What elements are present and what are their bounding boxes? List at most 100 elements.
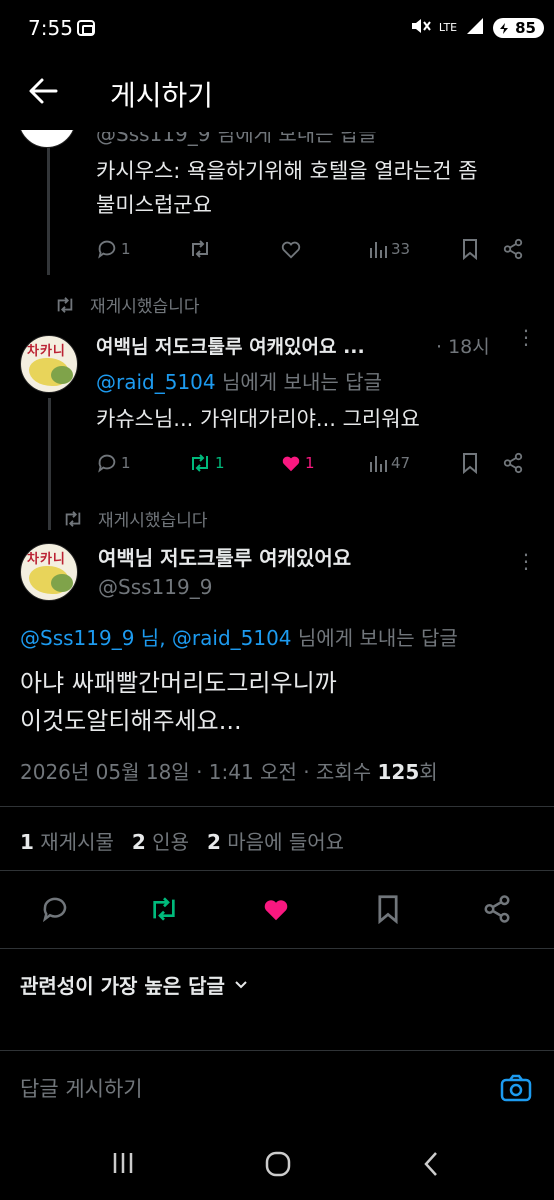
more-options-icon[interactable]: ⋮: [516, 327, 536, 347]
chevron-left-icon: [424, 1152, 437, 1176]
tweet-meta: 2026년 05월 18일 · 1:41 오전 · 조회수 125회: [20, 760, 438, 784]
back-button[interactable]: [26, 74, 62, 110]
reply-button[interactable]: 1: [96, 238, 131, 260]
likes-stat[interactable]: 2 마음에 들어요: [207, 826, 344, 855]
repost-button[interactable]: [148, 894, 180, 928]
bookmark-icon: [463, 453, 477, 474]
home-button[interactable]: [264, 1150, 292, 1182]
sort-replies-dropdown[interactable]: 관련성이 가장 높은 답글: [20, 970, 249, 999]
status-time: 7:55: [28, 16, 73, 40]
tweet-text: 아냐 싸패빨간머리도그리우니까: [20, 669, 337, 697]
reply-handles[interactable]: @Sss119_9 님, @raid_5104: [20, 626, 292, 650]
reply-icon: [42, 897, 67, 923]
battery-indicator: 85: [493, 18, 544, 38]
reply-composer: 답글 게시하기: [0, 1050, 554, 1128]
repost-icon: [153, 897, 175, 921]
repost-icon: [57, 296, 73, 313]
like-button[interactable]: 1: [280, 452, 315, 474]
more-options-icon[interactable]: ⋮: [516, 551, 536, 571]
repost-label: 재게시했습니다: [90, 297, 200, 317]
views-count: 47: [391, 454, 411, 472]
bookmark-icon: [463, 239, 477, 260]
page-title: 게시하기: [110, 79, 214, 112]
battery-level: 85: [515, 19, 536, 37]
sort-label: 관련성이 가장 높은 답글: [20, 974, 225, 998]
reply-icon: [98, 240, 116, 259]
views-button[interactable]: 33: [368, 238, 410, 260]
engagement-stats: 1 재게시물 2 인용 2 마음에 들어요: [20, 826, 344, 855]
tweet-text-cont: 불미스럽군요: [96, 193, 212, 217]
reply-to-label: @Sss119_9 님, @raid_5104 님에게 보내는 답글: [20, 626, 458, 650]
header: 게시하기: [0, 60, 554, 130]
share-icon: [503, 238, 523, 260]
heart-filled-icon: [282, 456, 300, 472]
repost-indicator: 재게시했습니다: [54, 292, 199, 317]
views-count: 33: [391, 240, 411, 258]
share-button[interactable]: [482, 894, 512, 928]
reply-count: 1: [121, 240, 131, 258]
bookmark-button[interactable]: [460, 452, 480, 474]
reply-button[interactable]: 1: [96, 452, 131, 474]
status-bar: 7:55 LTE 85: [0, 0, 554, 60]
thread-line: [47, 130, 50, 275]
like-button[interactable]: [280, 238, 302, 260]
repost-button[interactable]: [188, 238, 212, 260]
signal-icon: [465, 16, 485, 40]
share-icon: [503, 452, 523, 474]
thread-line: [48, 398, 51, 530]
camera-button[interactable]: [500, 1073, 532, 1107]
divider: [0, 870, 554, 871]
view-count: 125: [377, 760, 420, 784]
author-name[interactable]: 여백님 저도크툴루 여캐있어요: [98, 542, 351, 571]
repost-icon: [192, 240, 208, 258]
recent-apps-icon: [113, 1153, 133, 1173]
like-count: 1: [305, 454, 315, 472]
repost-icon: [192, 454, 208, 472]
bookmark-button[interactable]: [374, 894, 402, 928]
reply-handle[interactable]: @raid_5104: [96, 370, 216, 394]
avatar[interactable]: 차카니: [20, 335, 78, 393]
recent-apps-button[interactable]: [110, 1150, 136, 1180]
reposts-stat[interactable]: 1 재게시물: [20, 826, 114, 855]
bookmark-icon: [378, 895, 398, 925]
reply-input[interactable]: 답글 게시하기: [20, 1073, 143, 1103]
arrow-left-icon: [29, 78, 58, 104]
share-button[interactable]: [502, 452, 524, 474]
divider: [0, 948, 554, 949]
avatar[interactable]: 차카니: [20, 543, 78, 601]
screen-record-icon: [77, 20, 95, 36]
system-back-button[interactable]: [420, 1150, 444, 1182]
share-icon: [484, 895, 510, 923]
author-handle[interactable]: @Sss119_9: [98, 575, 212, 599]
network-label: LTE: [438, 21, 458, 34]
tweet-text-cont: 이것도알티해주세요...: [20, 707, 242, 735]
bookmark-button[interactable]: [460, 238, 480, 260]
heart-icon: [281, 241, 301, 259]
views-icon: [370, 242, 387, 258]
views-button[interactable]: 47: [368, 452, 410, 474]
reply-count: 1: [121, 454, 131, 472]
repost-count: 1: [215, 454, 225, 472]
status-icons: LTE 85: [409, 16, 544, 40]
tweet-date: 2026년 05월 18일 · 1:41 오전 · 조회수: [20, 760, 372, 784]
tweet-time: · 18시: [436, 336, 490, 358]
home-icon: [265, 1151, 291, 1177]
repost-indicator: 재게시했습니다: [62, 506, 207, 531]
divider: [0, 806, 554, 807]
repost-button[interactable]: 1: [188, 452, 225, 474]
quotes-stat[interactable]: 2 인용: [132, 826, 189, 855]
camera-icon: [500, 1074, 532, 1102]
repost-icon: [65, 510, 81, 527]
chevron-down-icon: [235, 980, 247, 988]
reply-to-label: @raid_5104 님에게 보내는 답글: [96, 370, 382, 394]
heart-filled-icon: [264, 900, 288, 921]
views-icon: [370, 456, 387, 472]
author-name[interactable]: 여백님 저도크툴루 여캐있어요 ...: [96, 332, 365, 359]
like-button[interactable]: [260, 894, 292, 928]
tweet-text: 카시우스: 욕을하기위해 호텔을 열라는건 좀: [96, 159, 478, 183]
mute-icon: [409, 16, 431, 40]
system-nav-bar: [0, 1130, 554, 1200]
reply-button[interactable]: [40, 894, 70, 928]
tweet-text: 카슈스님... 가위대가리야... 그리워요: [96, 407, 420, 431]
share-button[interactable]: [502, 238, 524, 260]
